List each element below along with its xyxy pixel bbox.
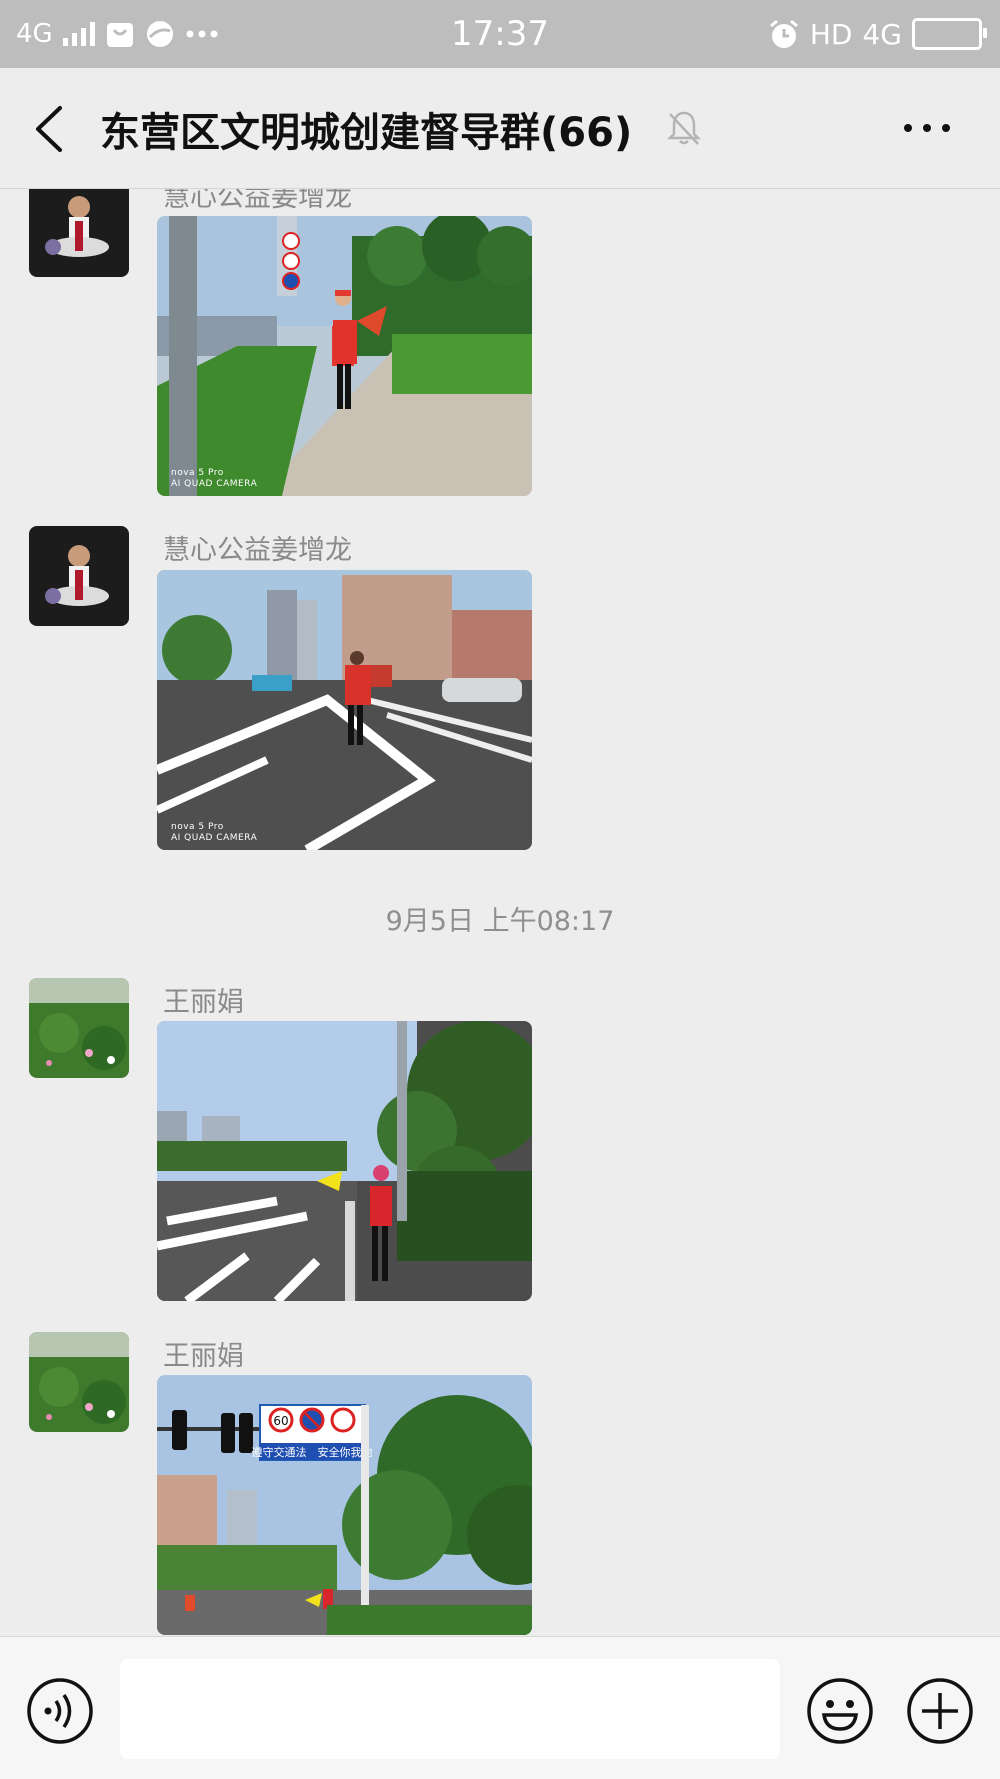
sender-name: 慧心公益姜增龙 bbox=[163, 535, 352, 566]
chat-header: 东营区文明城创建督导群(66) bbox=[0, 68, 1000, 189]
alarm-icon bbox=[769, 19, 798, 48]
battery-icon bbox=[912, 18, 987, 50]
emoji-icon[interactable] bbox=[806, 1677, 874, 1745]
network-indicator-right: 4G bbox=[862, 17, 902, 51]
traffic-slogan-sign: 遵守交通法 安全你我他 bbox=[252, 1445, 373, 1459]
voice-icon[interactable] bbox=[26, 1677, 94, 1745]
hd-indicator: HD bbox=[809, 17, 853, 51]
input-bar bbox=[0, 1636, 1000, 1779]
photo-message[interactable]: 60 遵守交通法 安全你我他 bbox=[157, 1375, 532, 1635]
status-bar: 4G 17:37 HD 4G bbox=[0, 0, 1000, 68]
back-icon[interactable] bbox=[30, 104, 70, 154]
photo-message[interactable]: nova 5 Pro AI QUAD CAMERA bbox=[157, 570, 532, 850]
timestamp-divider: 9月5日 上午08:17 bbox=[385, 906, 615, 937]
more-icon[interactable] bbox=[902, 116, 952, 140]
plus-icon[interactable] bbox=[906, 1677, 974, 1745]
chat-title: 东营区文明城创建督导群(66) bbox=[100, 110, 633, 156]
message-list[interactable]: 慧心公益姜增龙 nova 5 Pro AI QUAD CAMERA 慧心公益姜增… bbox=[0, 189, 1000, 1635]
photo-message[interactable] bbox=[157, 1021, 532, 1301]
speed-limit-sign: 60 bbox=[273, 1414, 288, 1428]
avatar[interactable] bbox=[29, 1332, 129, 1432]
sender-name: 王丽娟 bbox=[163, 1341, 244, 1372]
avatar[interactable] bbox=[29, 189, 129, 277]
camera-watermark: nova 5 Pro AI QUAD CAMERA bbox=[171, 468, 258, 489]
photo-message[interactable]: nova 5 Pro AI QUAD CAMERA bbox=[157, 216, 532, 496]
sender-name: 王丽娟 bbox=[163, 987, 244, 1018]
avatar[interactable] bbox=[29, 978, 129, 1078]
sender-name: 慧心公益姜增龙 bbox=[163, 189, 352, 213]
message-input[interactable] bbox=[120, 1659, 780, 1759]
mute-icon bbox=[666, 111, 702, 145]
camera-watermark: nova 5 Pro AI QUAD CAMERA bbox=[171, 822, 258, 843]
avatar[interactable] bbox=[29, 526, 129, 626]
